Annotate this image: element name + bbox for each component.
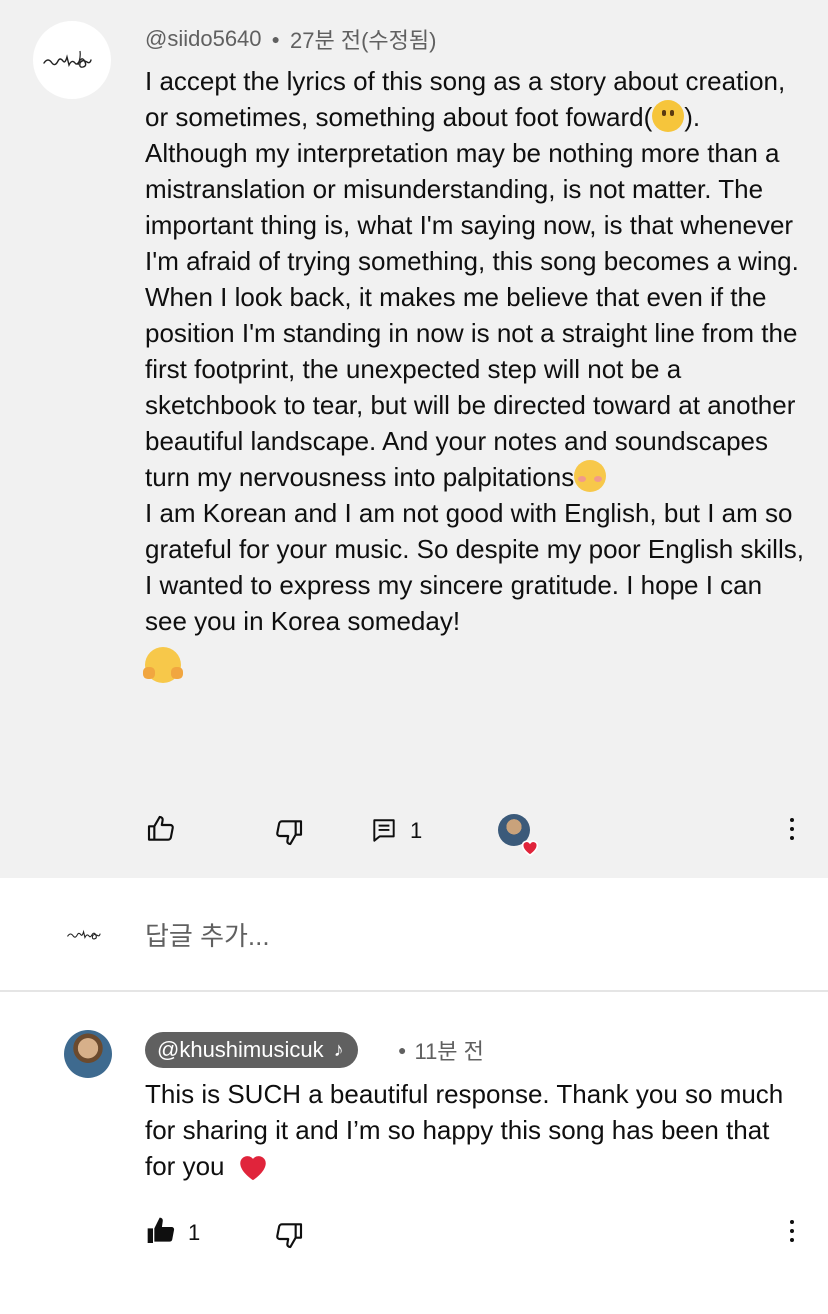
more-options-button[interactable] [788, 818, 796, 845]
reply-dislike-button[interactable] [272, 1218, 306, 1252]
comment-author[interactable]: @siido5640 [145, 26, 262, 52]
like-button[interactable] [144, 812, 178, 846]
reply-count[interactable]: 1 [410, 818, 422, 844]
replies-button[interactable] [370, 815, 398, 847]
reply-body: This is SUCH a beautiful response. Thank… [145, 1076, 805, 1184]
creator-heart [498, 814, 539, 856]
reply-time: 11분 전 [414, 1039, 484, 1064]
thumbs-up-outline-icon [147, 815, 174, 841]
comment-paragraph-text: I am Korean and I am not good with Engli… [145, 498, 804, 636]
comment-body: I accept the lyrics of this song as a st… [143, 63, 805, 686]
comment-paragraph-text: Although my interpretation may be nothin… [145, 138, 799, 492]
smiling-face-icon [574, 460, 607, 492]
signature-logo-icon [43, 50, 92, 68]
comment-paragraph: Although my interpretation may be nothin… [145, 135, 805, 495]
thumbs-up-filled-icon [147, 1217, 175, 1243]
reply-like-button[interactable] [144, 1214, 178, 1248]
comment-meta: @siido5640 ● 27분 전(수정됨) [145, 22, 436, 56]
reply-like-count: 1 [188, 1220, 201, 1245]
creator-author-chip[interactable]: @khushimusicuk ♪ [145, 1032, 358, 1068]
hugging-face-icon [143, 647, 181, 683]
divider [0, 990, 828, 992]
more-dot [790, 1238, 794, 1242]
slightly-smiling-face-icon [652, 100, 685, 132]
separator-dot: ● [398, 1042, 407, 1058]
thumbs-down-outline-icon [276, 820, 303, 846]
red-heart-icon [239, 1156, 266, 1181]
comment-icon [373, 819, 395, 842]
reply-more-options-button[interactable] [788, 1220, 796, 1247]
signature-logo-icon [67, 929, 101, 940]
music-note-icon: ♪ [333, 1038, 344, 1061]
avatar-siido[interactable] [33, 21, 111, 99]
reply-author: @khushimusicuk [157, 1037, 324, 1062]
reply-meta: ● 11분 전 [398, 1032, 484, 1068]
top-comment: @siido5640 ● 27분 전(수정됨) I accept the lyr… [0, 0, 828, 878]
comment-paragraph-after: ). [684, 102, 701, 132]
creator-heart-icon [521, 840, 539, 856]
thumbs-down-outline-icon [276, 1223, 303, 1249]
current-user-avatar [64, 922, 110, 946]
more-dot [790, 836, 794, 840]
reply-input[interactable]: 답글 추가... [145, 916, 270, 953]
comment-time: 27분 전(수정됨) [290, 28, 437, 53]
more-dot [790, 1229, 794, 1233]
separator-dot: ● [271, 31, 280, 47]
comment-paragraph: I am Korean and I am not good with Engli… [143, 495, 805, 686]
more-dot [790, 827, 794, 831]
avatar-khushimusicuk[interactable] [64, 1030, 112, 1078]
comment-paragraph: I accept the lyrics of this song as a st… [145, 63, 805, 135]
dislike-button[interactable] [272, 815, 306, 849]
more-vertical-icon [790, 1220, 794, 1224]
more-vertical-icon [790, 818, 794, 822]
